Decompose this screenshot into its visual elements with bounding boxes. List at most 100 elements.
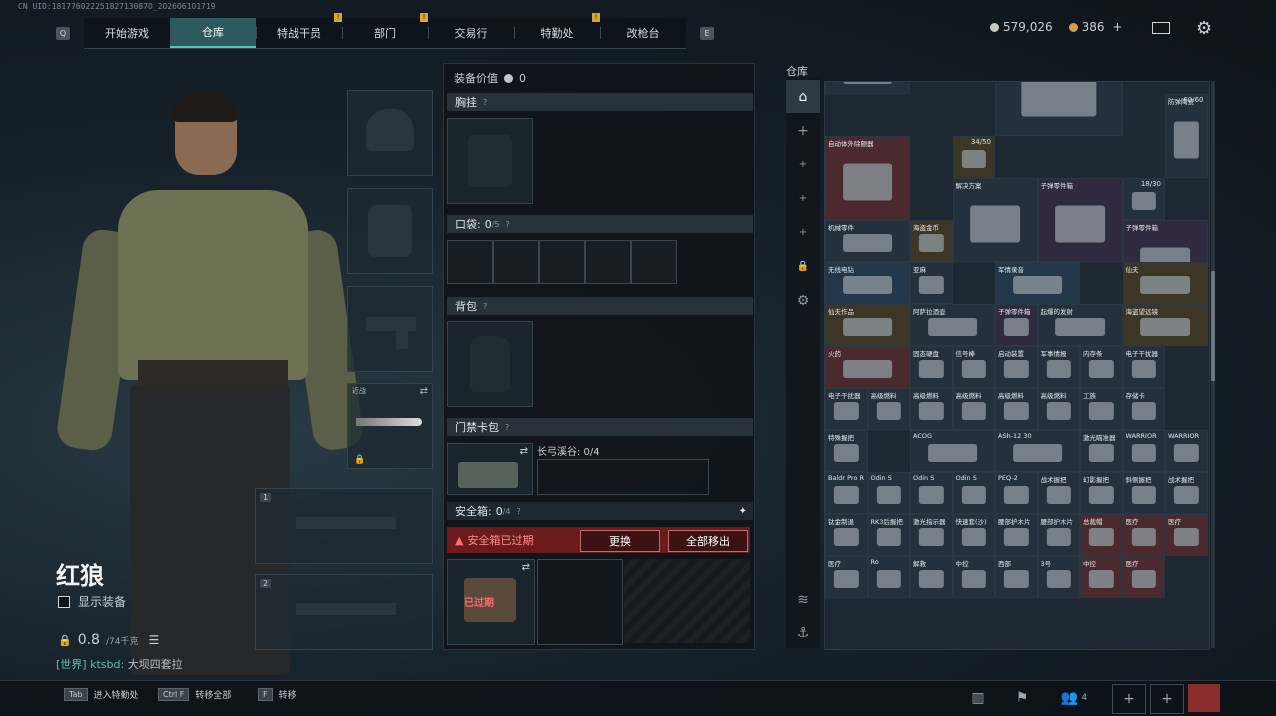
primary-weapon-slot-1[interactable]: 1: [255, 488, 433, 564]
help-icon[interactable]: ?: [517, 507, 521, 516]
scroll-thumb[interactable]: [1211, 271, 1215, 381]
stash-item[interactable]: 3号: [1037, 556, 1080, 598]
stash-item[interactable]: 腰部护木片: [995, 514, 1038, 556]
tab-trading[interactable]: 交易行: [428, 18, 514, 48]
stash-item[interactable]: ASh-12 30: [995, 430, 1080, 472]
pocket-slot[interactable]: [447, 240, 493, 284]
stash-item[interactable]: 医疗: [1122, 556, 1165, 598]
stash-item[interactable]: 勇士 9x19mm: [995, 82, 1123, 136]
stash-item[interactable]: Odin S: [910, 472, 953, 514]
stash-item[interactable]: PEQ-2: [995, 472, 1038, 514]
stash-item[interactable]: 阿萨拉酒壶: [910, 304, 995, 346]
stash-item[interactable]: 高级燃料: [995, 388, 1038, 430]
stash-home-icon[interactable]: ⌂: [786, 80, 820, 113]
stash-item[interactable]: 快速套(沙): [952, 514, 995, 556]
help-icon[interactable]: ?: [483, 302, 487, 311]
settings-icon[interactable]: ⚙: [786, 284, 820, 317]
flag-icon[interactable]: ⚑: [1006, 684, 1038, 712]
mail-icon[interactable]: [1152, 22, 1170, 34]
chest-rig-slot[interactable]: [447, 118, 533, 204]
stash-item[interactable]: Odin S: [952, 472, 995, 514]
swap-icon[interactable]: ⇄: [520, 446, 528, 457]
pocket-slot[interactable]: [539, 240, 585, 284]
stash-item[interactable]: 西部: [995, 556, 1038, 598]
stash-item[interactable]: 特殊握把: [825, 430, 868, 472]
stash-item[interactable]: 自动体外除颤器: [825, 136, 910, 220]
stash-item[interactable]: 海盗金币: [910, 220, 953, 262]
stash-item[interactable]: 高级燃料: [910, 388, 953, 430]
stash-item[interactable]: 高级燃料: [1037, 388, 1080, 430]
checkbox[interactable]: [58, 595, 70, 608]
stash-item[interactable]: 18/30: [1122, 178, 1165, 220]
stash-item[interactable]: 火药: [825, 346, 910, 388]
squad-icon[interactable]: 👥 4: [1056, 684, 1092, 712]
backpack-slot[interactable]: [447, 321, 533, 407]
add-page-icon[interactable]: +: [786, 114, 820, 147]
stash-scrollbar[interactable]: [1211, 81, 1215, 648]
hint-transfer[interactable]: F 转移: [258, 688, 297, 701]
invite-slot-button[interactable]: +: [1150, 684, 1184, 714]
stash-item[interactable]: 电子干扰器: [825, 388, 868, 430]
settings-gear-icon[interactable]: ⚙: [1196, 18, 1212, 39]
stash-item[interactable]: 内存条: [1080, 346, 1123, 388]
stash-item[interactable]: 斜侧握把: [1122, 472, 1165, 514]
tab-department[interactable]: 部门!: [342, 13, 428, 48]
stash-item[interactable]: 解救: [910, 556, 953, 598]
stash-item[interactable]: 医疗: [1122, 514, 1165, 556]
stash-item[interactable]: 固态硬盘: [910, 346, 953, 388]
stash-item[interactable]: 医疗: [825, 556, 868, 598]
stash-item[interactable]: WARRIOR: [1122, 430, 1165, 472]
stash-item[interactable]: Baldr Pro R: [825, 472, 868, 514]
stash-item[interactable]: Odin S: [867, 472, 910, 514]
stash-item[interactable]: 机械零件: [825, 220, 910, 262]
stash-item[interactable]: RK3后握把: [867, 514, 910, 556]
stash-item[interactable]: 幻影握把: [1080, 472, 1123, 514]
replace-button[interactable]: 更换: [580, 530, 660, 552]
tab-operators[interactable]: 特战干员!: [256, 13, 342, 48]
stash-item[interactable]: 亚麻: [910, 262, 953, 304]
stash-item[interactable]: 高级燃料: [867, 388, 910, 430]
pocket-slot[interactable]: [631, 240, 677, 284]
stash-item[interactable]: 军情录音: [995, 262, 1080, 304]
stash-item[interactable]: 存储卡: [1122, 388, 1165, 430]
lock-icon[interactable]: 🔒: [786, 250, 820, 283]
stash-item[interactable]: 医疗: [1165, 514, 1208, 556]
add-page-icon[interactable]: +: [786, 216, 820, 249]
stash-item[interactable]: 信号棒: [952, 346, 995, 388]
player-avatar[interactable]: [1188, 684, 1220, 712]
pistol-slot[interactable]: [347, 286, 433, 372]
sort-icon[interactable]: ⚓: [786, 616, 820, 649]
stash-item[interactable]: 总裁帽: [1080, 514, 1123, 556]
stash-item[interactable]: 防弹陶瓷 60/60: [1165, 94, 1208, 178]
stash-item[interactable]: 仙夫作品: [825, 304, 910, 346]
help-icon[interactable]: ?: [505, 423, 509, 432]
stash-item[interactable]: 激光指示器: [910, 514, 953, 556]
stash-item[interactable]: 军事情报: [1037, 346, 1080, 388]
nav-right-key[interactable]: E: [700, 27, 714, 40]
stash-item[interactable]: 钛金制退: [825, 514, 868, 556]
hint-transfer-all[interactable]: Ctrl F 转移全部: [158, 688, 231, 701]
swap-icon[interactable]: ⇄: [420, 386, 428, 397]
stash-item[interactable]: 电子干扰器: [1122, 346, 1165, 388]
move-all-button[interactable]: 全部移出: [668, 530, 748, 552]
stash-item[interactable]: Ro: [867, 556, 910, 598]
list-icon[interactable]: ☰: [148, 633, 159, 647]
pocket-slot[interactable]: [585, 240, 631, 284]
add-page-icon[interactable]: +: [786, 148, 820, 181]
stash-item[interactable]: 子弹零件箱: [1037, 178, 1123, 262]
stash-item[interactable]: 海盗望远镜: [1122, 304, 1208, 346]
stash-item[interactable]: 工族: [1080, 388, 1123, 430]
tab-warehouse[interactable]: 仓库: [170, 18, 256, 48]
stash-item[interactable]: P90 5.7x28mm: [825, 82, 910, 94]
stash-item[interactable]: WARRIOR: [1165, 430, 1208, 472]
stash-item[interactable]: 中控: [1080, 556, 1123, 598]
stash-item[interactable]: 34/50: [952, 136, 995, 178]
show-gear-toggle[interactable]: 显示装备: [58, 593, 126, 610]
stash-item[interactable]: 启动装置: [995, 346, 1038, 388]
pin-icon[interactable]: ✦: [739, 506, 747, 517]
keycard-case-slot[interactable]: ⇄: [447, 443, 533, 495]
melee-slot[interactable]: 近战 ⇄ 🔒: [347, 383, 433, 469]
stash-item[interactable]: 激光瞄准器: [1080, 430, 1123, 472]
stash-item[interactable]: 战术握把: [1037, 472, 1080, 514]
stash-item[interactable]: 子弹零件箱: [995, 304, 1038, 346]
